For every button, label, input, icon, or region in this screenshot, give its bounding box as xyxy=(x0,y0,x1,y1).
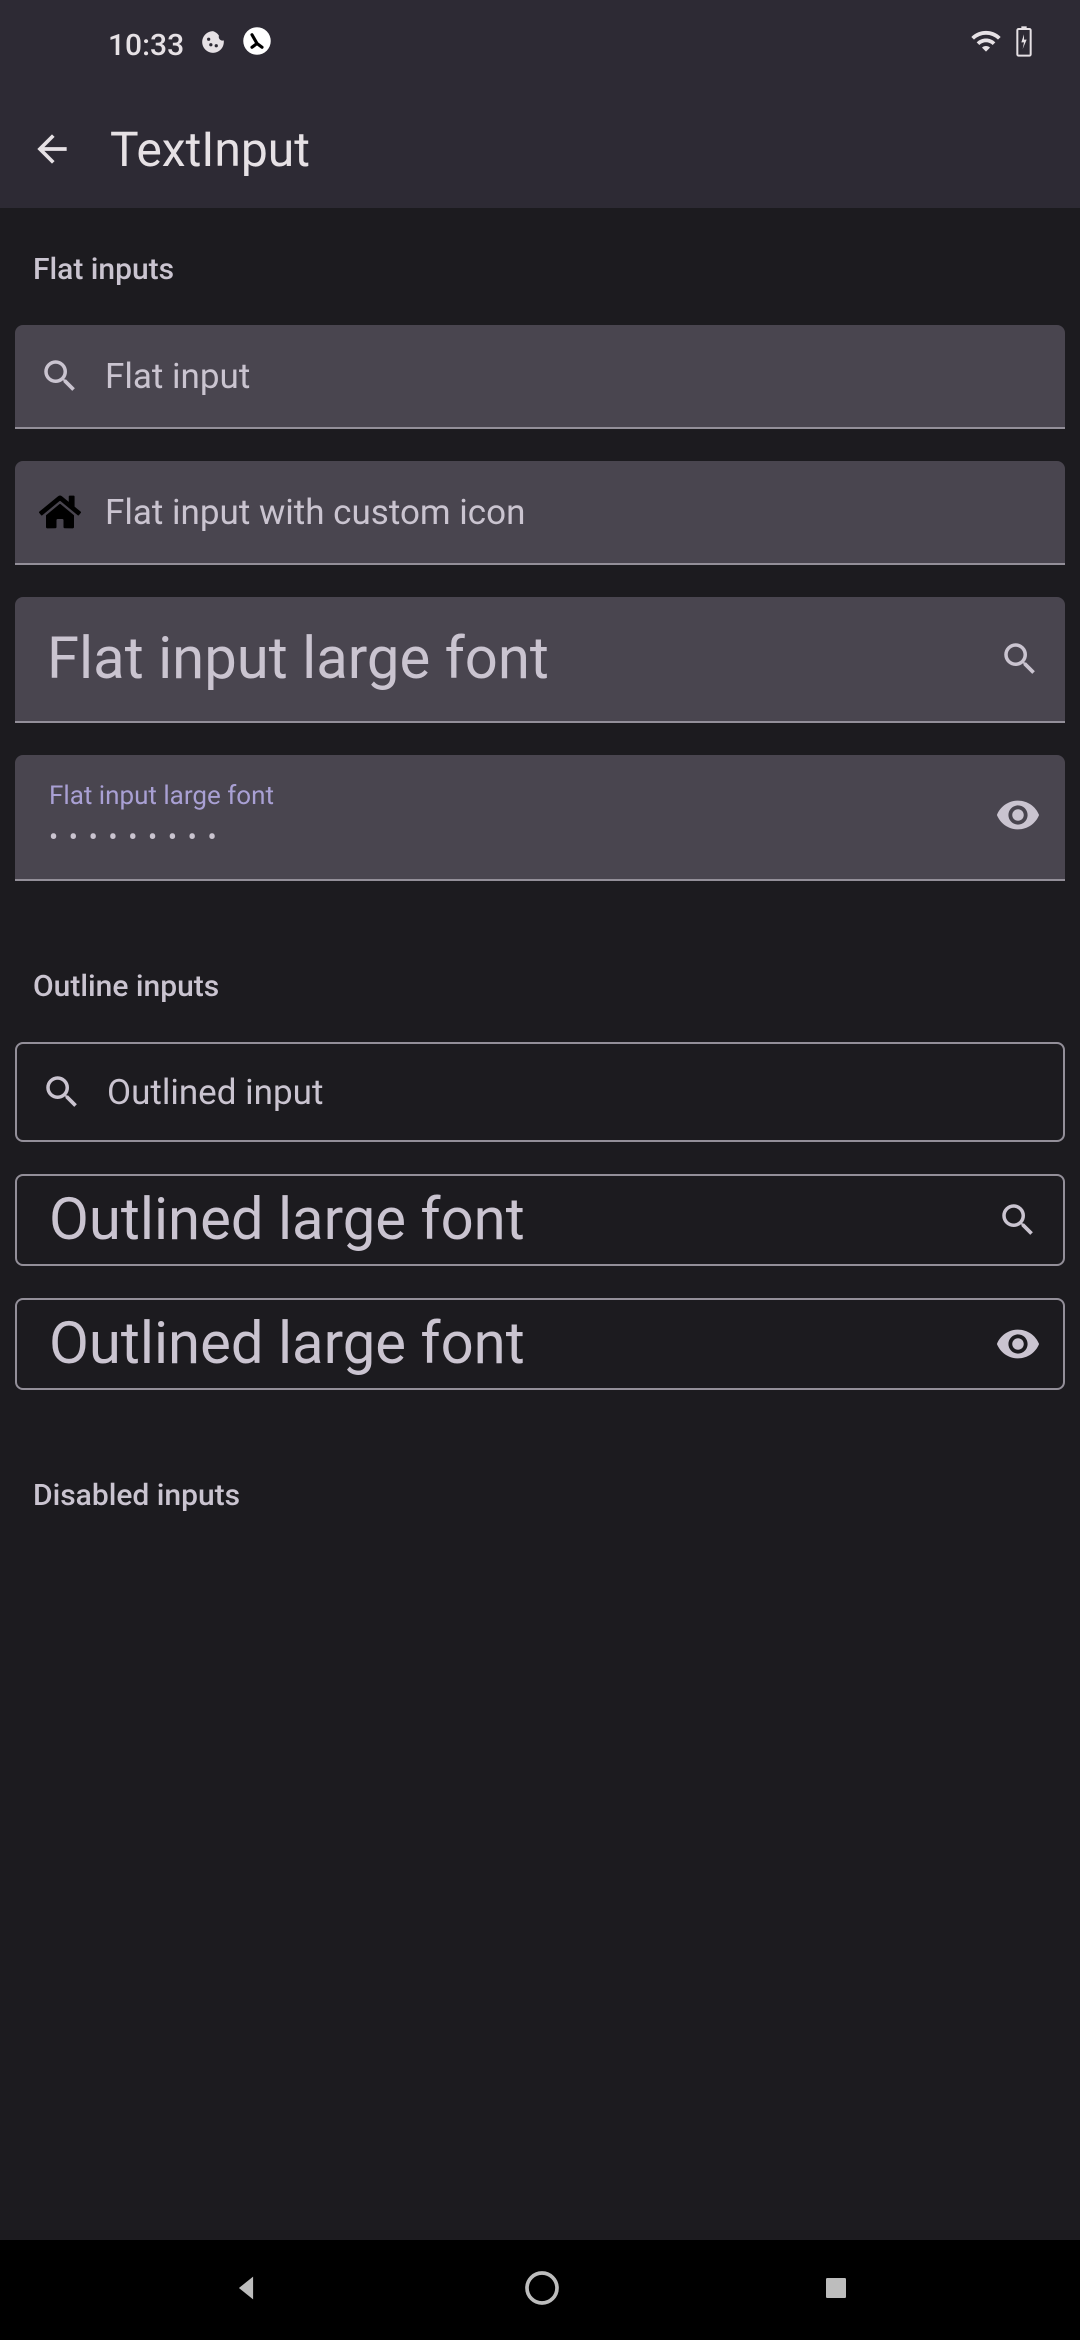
status-bar: 10:33 xyxy=(0,0,1080,90)
content-area: Flat inputs Flat input Flat input with c… xyxy=(0,208,1080,1551)
search-icon xyxy=(15,355,105,397)
back-button[interactable] xyxy=(30,127,74,171)
status-time: 10:33 xyxy=(108,28,184,63)
eye-icon[interactable] xyxy=(995,792,1041,842)
wifi-icon xyxy=(970,25,1002,65)
cookie-icon xyxy=(200,28,226,63)
eye-icon[interactable] xyxy=(973,1321,1063,1367)
outline-input-large[interactable]: Outlined large font xyxy=(15,1174,1065,1266)
flat-input-large[interactable]: Flat input large font xyxy=(15,597,1065,723)
flat-input-password-value: • • • • • • • • • xyxy=(49,821,1031,853)
battery-icon xyxy=(1014,25,1034,65)
outline-input-large-eye[interactable]: Outlined large font xyxy=(15,1298,1065,1390)
flat-input-basic[interactable]: Flat input xyxy=(15,325,1065,429)
app-bar: TextInput xyxy=(0,90,1080,208)
flat-input-custom-icon-placeholder: Flat input with custom icon xyxy=(105,492,1065,533)
flat-input-password[interactable]: Flat input large font • • • • • • • • • xyxy=(15,755,1065,881)
flat-input-custom-icon[interactable]: Flat input with custom icon xyxy=(15,461,1065,565)
nav-home-button[interactable] xyxy=(522,2268,562,2312)
nav-recent-button[interactable] xyxy=(821,2273,851,2307)
navigation-bar xyxy=(0,2240,1080,2340)
flat-input-large-placeholder: Flat input large font xyxy=(15,625,975,693)
search-icon[interactable] xyxy=(973,1199,1063,1241)
lambda-icon xyxy=(242,26,272,64)
status-left: 10:33 xyxy=(46,26,272,64)
outline-input-large-placeholder: Outlined large font xyxy=(17,1186,973,1254)
flat-input-password-label: Flat input large font xyxy=(49,781,1031,811)
page-title: TextInput xyxy=(110,121,310,178)
status-right xyxy=(970,25,1034,65)
home-icon xyxy=(15,491,105,533)
section-header-flat: Flat inputs xyxy=(15,208,1065,325)
nav-back-button[interactable] xyxy=(229,2271,263,2309)
outline-input-large-eye-placeholder: Outlined large font xyxy=(17,1310,973,1378)
section-header-disabled: Disabled inputs xyxy=(15,1422,1065,1551)
outline-input-basic-placeholder: Outlined input xyxy=(107,1072,1063,1113)
search-icon xyxy=(17,1071,107,1113)
outline-input-basic[interactable]: Outlined input xyxy=(15,1042,1065,1142)
arrow-left-icon xyxy=(30,127,74,171)
search-icon[interactable] xyxy=(975,638,1065,680)
section-header-outline: Outline inputs xyxy=(15,913,1065,1042)
flat-input-basic-placeholder: Flat input xyxy=(105,356,1065,397)
